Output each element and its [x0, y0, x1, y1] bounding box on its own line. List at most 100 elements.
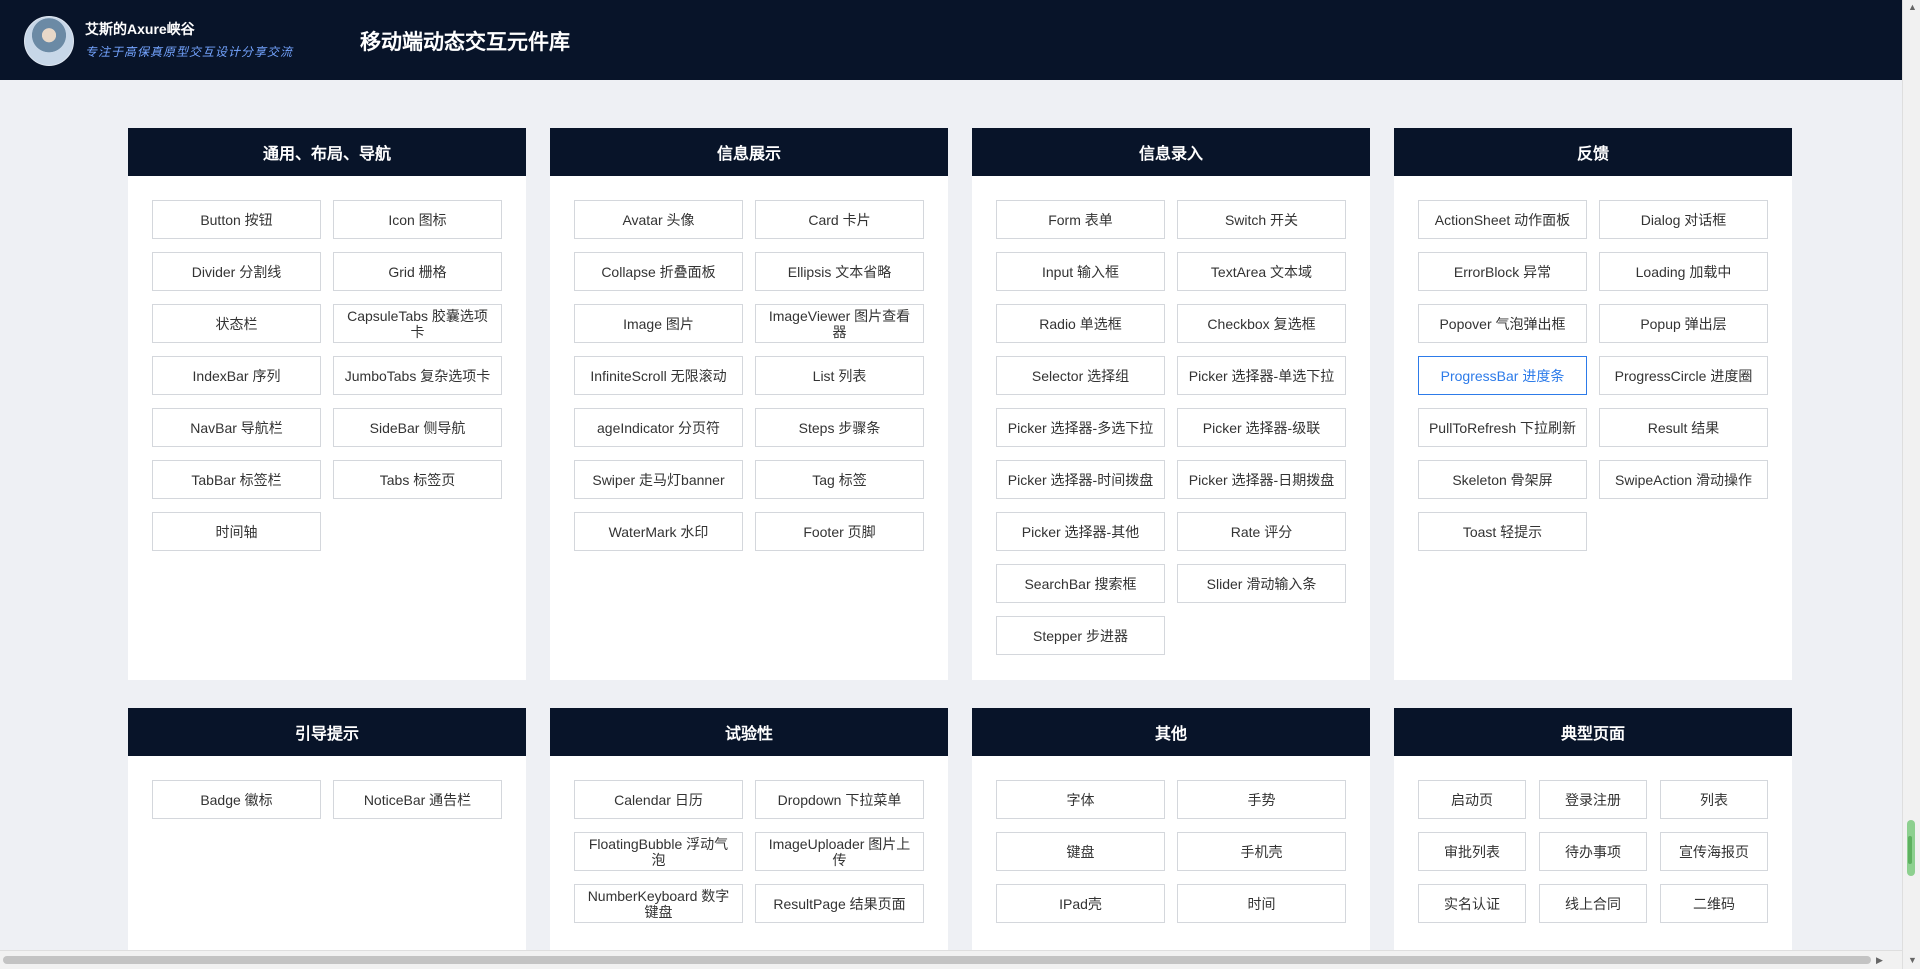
section-title: 其他: [972, 708, 1370, 756]
component-button[interactable]: SideBar 侧导航: [333, 408, 502, 447]
component-button[interactable]: Picker 选择器-单选下拉: [1177, 356, 1346, 395]
component-button[interactable]: InfiniteScroll 无限滚动: [574, 356, 743, 395]
component-button[interactable]: Form 表单: [996, 200, 1165, 239]
component-button[interactable]: Stepper 步进器: [996, 616, 1165, 655]
component-button[interactable]: Picker 选择器-日期拨盘: [1177, 460, 1346, 499]
component-button[interactable]: Picker 选择器-级联: [1177, 408, 1346, 447]
component-button[interactable]: 审批列表: [1418, 832, 1526, 871]
component-button[interactable]: Avatar 头像: [574, 200, 743, 239]
component-button[interactable]: Swiper 走马灯banner: [574, 460, 743, 499]
component-button[interactable]: ActionSheet 动作面板: [1418, 200, 1587, 239]
section-card-display: 信息展示 Avatar 头像 Card 卡片 Collapse 折叠面板 Ell…: [550, 128, 948, 680]
component-button[interactable]: SwipeAction 滑动操作: [1599, 460, 1768, 499]
component-button[interactable]: Ellipsis 文本省略: [755, 252, 924, 291]
component-button[interactable]: JumboTabs 复杂选项卡: [333, 356, 502, 395]
horizontal-scrollbar-thumb[interactable]: [3, 956, 1871, 964]
section-title: 反馈: [1394, 128, 1792, 176]
component-button[interactable]: 待办事项: [1539, 832, 1647, 871]
component-button[interactable]: Card 卡片: [755, 200, 924, 239]
component-button[interactable]: 宣传海报页: [1660, 832, 1768, 871]
item-list: 启动页 登录注册 列表 审批列表 待办事项 宣传海报页 实名认证 线上合同 二维…: [1394, 756, 1792, 923]
component-button[interactable]: Button 按钮: [152, 200, 321, 239]
component-button[interactable]: Icon 图标: [333, 200, 502, 239]
component-button-active[interactable]: ProgressBar 进度条: [1418, 356, 1587, 395]
component-button[interactable]: PullToRefresh 下拉刷新: [1418, 408, 1587, 447]
component-button[interactable]: 状态栏: [152, 304, 321, 343]
component-button[interactable]: Footer 页脚: [755, 512, 924, 551]
component-button[interactable]: Picker 选择器-多选下拉: [996, 408, 1165, 447]
component-button[interactable]: Skeleton 骨架屏: [1418, 460, 1587, 499]
section-card-input: 信息录入 Form 表单 Switch 开关 Input 输入框 TextAre…: [972, 128, 1370, 680]
component-button[interactable]: TextArea 文本域: [1177, 252, 1346, 291]
component-button[interactable]: Input 输入框: [996, 252, 1165, 291]
component-button[interactable]: NumberKeyboard 数字键盘: [574, 884, 743, 923]
component-button[interactable]: 列表: [1660, 780, 1768, 819]
scroll-right-arrow-icon[interactable]: ▶: [1876, 956, 1883, 965]
component-button[interactable]: Selector 选择组: [996, 356, 1165, 395]
section-card-general: 通用、布局、导航 Button 按钮 Icon 图标 Divider 分割线 G…: [128, 128, 526, 680]
component-button[interactable]: Dialog 对话框: [1599, 200, 1768, 239]
item-list: Badge 徽标 NoticeBar 通告栏: [128, 756, 526, 819]
section-card-guide: 引导提示 Badge 徽标 NoticeBar 通告栏: [128, 708, 526, 950]
scroll-up-arrow-icon[interactable]: ▲: [1908, 3, 1917, 12]
component-button[interactable]: 启动页: [1418, 780, 1526, 819]
component-button[interactable]: Collapse 折叠面板: [574, 252, 743, 291]
component-button[interactable]: Slider 滑动输入条: [1177, 564, 1346, 603]
component-button[interactable]: Rate 评分: [1177, 512, 1346, 551]
item-list: Form 表单 Switch 开关 Input 输入框 TextArea 文本域…: [972, 176, 1370, 655]
component-button[interactable]: IndexBar 序列: [152, 356, 321, 395]
component-button[interactable]: FloatingBubble 浮动气泡: [574, 832, 743, 871]
component-button[interactable]: Dropdown 下拉菜单: [755, 780, 924, 819]
component-button[interactable]: Popover 气泡弹出框: [1418, 304, 1587, 343]
component-button[interactable]: Checkbox 复选框: [1177, 304, 1346, 343]
component-button[interactable]: 线上合同: [1539, 884, 1647, 923]
component-button[interactable]: Switch 开关: [1177, 200, 1346, 239]
vertical-scrollbar[interactable]: ▲ ▼: [1902, 0, 1920, 969]
horizontal-scrollbar[interactable]: ▶: [0, 950, 1902, 969]
component-button[interactable]: Tag 标签: [755, 460, 924, 499]
component-button[interactable]: 实名认证: [1418, 884, 1526, 923]
component-button[interactable]: Steps 步骤条: [755, 408, 924, 447]
component-button[interactable]: 登录注册: [1539, 780, 1647, 819]
component-button[interactable]: 手势: [1177, 780, 1346, 819]
component-button[interactable]: ErrorBlock 异常: [1418, 252, 1587, 291]
component-button[interactable]: Badge 徽标: [152, 780, 321, 819]
component-button[interactable]: Loading 加载中: [1599, 252, 1768, 291]
component-button[interactable]: Popup 弹出层: [1599, 304, 1768, 343]
component-button[interactable]: NoticeBar 通告栏: [333, 780, 502, 819]
component-button[interactable]: Divider 分割线: [152, 252, 321, 291]
component-button[interactable]: Result 结果: [1599, 408, 1768, 447]
component-button[interactable]: List 列表: [755, 356, 924, 395]
section-title: 信息展示: [550, 128, 948, 176]
component-button[interactable]: 时间轴: [152, 512, 321, 551]
component-button[interactable]: 二维码: [1660, 884, 1768, 923]
component-button[interactable]: Image 图片: [574, 304, 743, 343]
component-button[interactable]: Calendar 日历: [574, 780, 743, 819]
component-button[interactable]: Toast 轻提示: [1418, 512, 1587, 551]
section-title: 通用、布局、导航: [128, 128, 526, 176]
component-button[interactable]: ageIndicator 分页符: [574, 408, 743, 447]
component-button[interactable]: Grid 栅格: [333, 252, 502, 291]
component-button[interactable]: 字体: [996, 780, 1165, 819]
component-button[interactable]: WaterMark 水印: [574, 512, 743, 551]
component-button[interactable]: CapsuleTabs 胶囊选项卡: [333, 304, 502, 343]
component-button[interactable]: Picker 选择器-其他: [996, 512, 1165, 551]
component-button[interactable]: TabBar 标签栏: [152, 460, 321, 499]
scroll-down-arrow-icon[interactable]: ▼: [1908, 956, 1917, 965]
component-button[interactable]: Radio 单选框: [996, 304, 1165, 343]
component-button[interactable]: ProgressCircle 进度圈: [1599, 356, 1768, 395]
component-button[interactable]: 手机壳: [1177, 832, 1346, 871]
component-button[interactable]: Picker 选择器-时间拨盘: [996, 460, 1165, 499]
component-button[interactable]: Tabs 标签页: [333, 460, 502, 499]
section-title: 信息录入: [972, 128, 1370, 176]
component-button[interactable]: 键盘: [996, 832, 1165, 871]
section-card-typical-pages: 典型页面 启动页 登录注册 列表 审批列表 待办事项 宣传海报页 实名认证 线上…: [1394, 708, 1792, 950]
component-button[interactable]: NavBar 导航栏: [152, 408, 321, 447]
component-button[interactable]: IPad壳: [996, 884, 1165, 923]
component-button[interactable]: ImageViewer 图片查看器: [755, 304, 924, 343]
component-button[interactable]: SearchBar 搜索框: [996, 564, 1165, 603]
component-button[interactable]: ResultPage 结果页面: [755, 884, 924, 923]
section-card-other: 其他 字体 手势 键盘 手机壳 IPad壳 时间: [972, 708, 1370, 950]
component-button[interactable]: ImageUploader 图片上传: [755, 832, 924, 871]
component-button[interactable]: 时间: [1177, 884, 1346, 923]
